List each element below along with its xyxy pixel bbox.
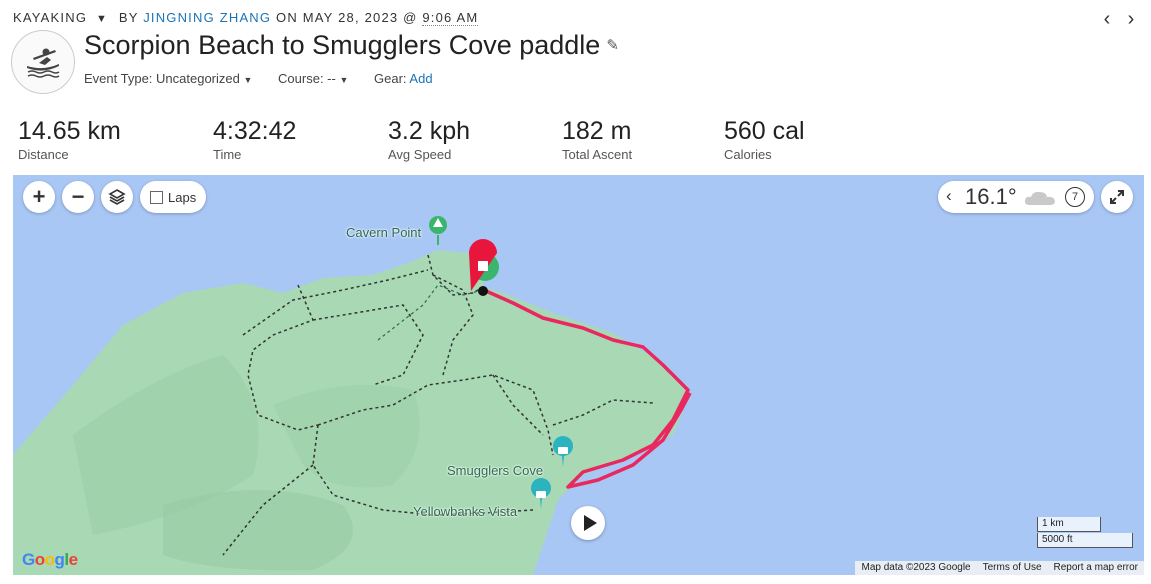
activity-properties: Event Type: Uncategorized ▼ Course: -- ▼… [84, 71, 455, 86]
expand-icon [1110, 190, 1124, 204]
map-data-text: Map data ©2023 Google [861, 562, 971, 573]
chevron-left-icon[interactable]: ‹ [1095, 8, 1119, 31]
stat-value: 3.2 kph [388, 117, 471, 145]
stat-value: 560 cal [724, 117, 805, 145]
date-text: ON MAY 28, 2023 @ [276, 10, 418, 25]
map-label-yellowbanks-vista: Yellowbanks Vista [413, 504, 518, 519]
weather-widget[interactable]: ‹ 16.1° 7 [938, 181, 1094, 213]
map-label-smugglers-cove: Smugglers Cove [447, 463, 544, 478]
fullscreen-button[interactable] [1101, 181, 1133, 213]
stat-distance: 14.65 km Distance [18, 117, 121, 162]
stat-label: Time [213, 147, 242, 162]
scale-ft: 5000 ft [1037, 533, 1133, 548]
stat-label: Total Ascent [562, 147, 633, 162]
caret-down-icon: ▼ [339, 75, 349, 85]
stat-label: Distance [18, 147, 69, 162]
layers-button[interactable] [101, 181, 133, 213]
by-label: BY [118, 10, 139, 25]
stat-avg-speed: 3.2 kph Avg Speed [388, 117, 470, 162]
stat-calories: 560 cal Calories [724, 117, 805, 162]
stat-value: 182 m [562, 117, 632, 145]
title-text: Scorpion Beach to Smugglers Cove paddle [84, 30, 601, 60]
chevron-left-icon[interactable]: ‹ [946, 186, 952, 206]
terms-link[interactable]: Terms of Use [977, 561, 1048, 575]
tree-icon [429, 216, 447, 245]
map-label-cavern-point: Cavern Point [346, 225, 422, 240]
caret-down-icon: ▼ [243, 75, 253, 85]
activity-nav: ‹ › [1095, 8, 1143, 31]
temperature: 16.1° [965, 184, 1017, 209]
stat-label: Calories [724, 147, 772, 162]
wind-speed: 7 [1065, 187, 1085, 207]
map-scale: 1 km 5000 ft [1037, 517, 1133, 548]
course-select[interactable]: Course: -- ▼ [278, 71, 348, 86]
stat-label: Avg Speed [388, 147, 452, 162]
laps-checkbox[interactable] [150, 190, 163, 204]
dropdown-caret-icon[interactable]: ▼ [96, 13, 108, 25]
activity-title: Scorpion Beach to Smugglers Cove paddle ✎ [84, 30, 619, 61]
map-attribution: Map data ©2023 Google Terms of Use Repor… [855, 561, 1144, 575]
stat-value: 4:32:42 [213, 117, 297, 145]
activity-type[interactable]: KAYAKING [13, 10, 87, 25]
activity-meta-line: KAYAKING ▼ BY JINGNING ZHANG ON MAY 28, … [13, 10, 479, 26]
zoom-out-button[interactable]: − [62, 181, 94, 213]
report-error-link[interactable]: Report a map error [1048, 561, 1144, 575]
kayak-icon [11, 30, 75, 94]
cloud-icon [1024, 191, 1055, 205]
google-logo[interactable]: Google [22, 550, 78, 570]
time-text[interactable]: 9:06 AM [422, 10, 479, 26]
add-gear-link[interactable]: Add [409, 71, 432, 86]
pencil-icon[interactable]: ✎ [606, 37, 619, 54]
chevron-right-icon[interactable]: › [1119, 8, 1143, 31]
play-button[interactable] [571, 506, 605, 540]
activity-map[interactable]: + − Laps ‹ 16.1° 7 Cavern Point Smuggler… [13, 175, 1144, 575]
zoom-in-button[interactable]: + [23, 181, 55, 213]
stat-total-ascent: 182 m Total Ascent [562, 117, 632, 162]
scale-km: 1 km [1037, 517, 1101, 532]
gear-field: Gear: Add [374, 71, 433, 86]
layers-icon [108, 189, 126, 205]
author-link[interactable]: JINGNING ZHANG [143, 10, 271, 25]
event-type-select[interactable]: Event Type: Uncategorized ▼ [84, 71, 252, 86]
stat-value: 14.65 km [18, 117, 121, 145]
laps-toggle[interactable]: Laps [140, 181, 207, 213]
stat-time: 4:32:42 Time [213, 117, 296, 162]
laps-label: Laps [168, 189, 197, 205]
